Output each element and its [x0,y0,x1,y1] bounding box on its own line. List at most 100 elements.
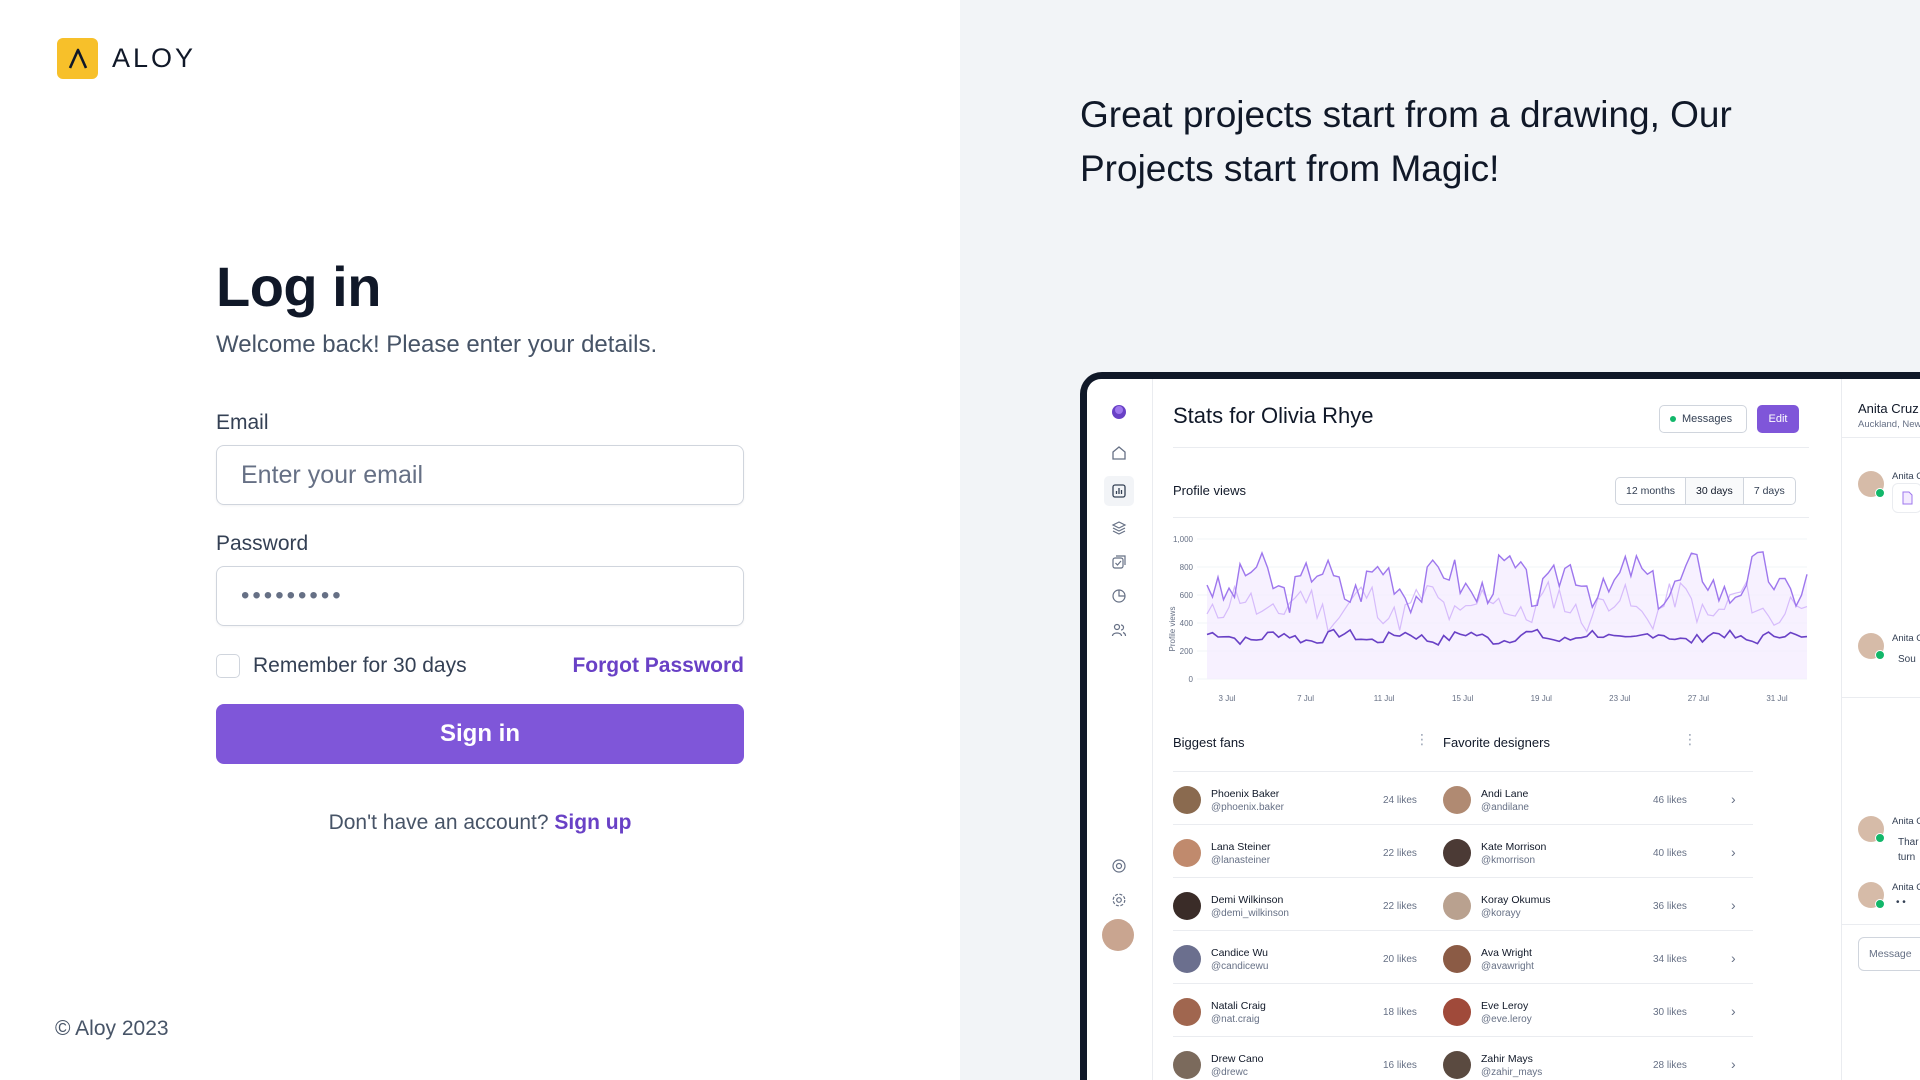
password-field[interactable]: ••••••••• [216,566,744,626]
dashboard-title: Stats for Olivia Rhye [1173,403,1374,428]
page-subtitle: Welcome back! Please enter your details. [216,331,658,358]
likes-count: 46 likes [1653,795,1687,806]
y-tick-label: 1,000 [1173,535,1194,544]
person-name: Ava Wright [1481,947,1532,959]
list-item: Candice Wu@candicewu20 likes› [1173,930,1483,983]
profile-views-chart: Profile views 1,000 800 600 400 200 0 3 Jul 7 … [1168,535,1808,703]
pie-chart-icon [1108,585,1130,607]
online-dot-icon [1670,416,1676,422]
more-vertical-icon: ⋮ [1415,731,1429,747]
avatar [1443,892,1471,920]
forgot-password-link[interactable]: Forgot Password [572,654,744,678]
range-30-days: 30 days [1686,478,1744,504]
list-item: Ava Wright @avawright 34 likes › [1443,930,1753,983]
likes-count: 40 likes [1653,848,1687,859]
chat-snippet: turn [1898,852,1916,863]
remember-checkbox[interactable] [216,654,240,678]
promo-pane: Great projects start from a drawing, Our… [960,0,1920,1080]
likes-count: 36 likes [1653,901,1687,912]
brand-name: ALOY [112,43,197,73]
edit-button: Edit [1757,405,1799,433]
person-name: Drew Cano [1211,1053,1264,1065]
avatar [1443,839,1471,867]
layers-icon [1108,517,1130,539]
x-tick-label: 11 Jul [1374,694,1395,703]
likes-count: 22 likes [1383,901,1417,912]
person-name: Kate Morrison [1481,841,1547,853]
sign-up-link[interactable]: Sign up [554,811,631,834]
messages-button: Messages [1659,405,1747,433]
y-tick-label: 200 [1180,647,1194,656]
avatar [1443,945,1471,973]
list-item: Natali Craig@nat.craig18 likes› [1173,983,1483,1036]
x-tick-label: 31 Jul [1766,694,1788,703]
chat-avatar [1858,816,1885,843]
range-7-days: 7 days [1753,485,1785,497]
person-name: Lana Steiner [1211,841,1271,853]
home-icon [1108,442,1130,464]
likes-count: 30 likes [1653,1007,1687,1018]
copyright: © Aloy 2023 [55,1017,169,1040]
chat-sender: Anita C [1892,882,1920,893]
avatar [1443,998,1471,1026]
chat-avatar [1858,633,1885,660]
list-item: Kate Morrison @kmorrison 40 likes › [1443,824,1753,877]
list-item: Koray Okumus @korayy 36 likes › [1443,877,1753,930]
email-field[interactable]: Enter your email [216,445,744,505]
remember-me[interactable]: Remember for 30 days [216,654,467,678]
support-icon [1108,855,1130,877]
person-name: Demi Wilkinson [1211,894,1284,906]
x-tick-label: 23 Jul [1609,694,1631,703]
chat-snippet: Thar [1898,837,1919,848]
users-icon [1108,619,1130,641]
person-name: Eve Leroy [1481,1000,1529,1012]
file-attachment-icon [1892,483,1920,513]
range-12-months: 12 months [1616,478,1687,504]
aloy-logo-mark [57,38,98,79]
brand-logo[interactable]: ALOY [57,38,196,79]
dashboard-main: Stats for Olivia Rhye Messages Edit Prof… [1153,379,1841,1080]
favorite-designers-title: Favorite designers [1443,735,1550,750]
chat-contact-name: Anita Cruz [1858,401,1919,416]
password-label: Password [216,532,309,555]
email-label: Email [216,411,269,434]
person-name: Candice Wu [1211,947,1269,959]
person-handle: @drewc [1211,1067,1248,1078]
chat-sender: Anita C [1892,816,1920,827]
person-name: Natali Craig [1211,1000,1266,1012]
list-item: Zahir Mays @zahir_mays 28 likes › [1443,1036,1753,1080]
sign-in-button[interactable]: Sign in [216,704,744,764]
person-name: Andi Lane [1481,788,1529,800]
person-handle: @korayy [1481,908,1521,919]
chat-sender: Anita C [1892,471,1920,482]
likes-count: 28 likes [1653,1060,1687,1071]
person-handle: @nat.craig [1211,1014,1260,1025]
avatar [1443,1051,1471,1079]
remember-label: Remember for 30 days [253,654,467,677]
x-tick-label: 19 Jul [1531,694,1553,703]
more-vertical-icon: ⋮ [1683,731,1697,747]
range-selector: 12 months 30 days 7 days [1615,477,1796,505]
message-input: Message [1858,937,1920,971]
y-tick-label: 800 [1180,563,1194,572]
likes-count: 18 likes [1383,1007,1417,1018]
list-item: Phoenix Baker@phoenix.baker24 likes› [1173,771,1483,824]
divider [1173,447,1809,448]
chevron-right-icon: › [1731,950,1736,966]
message-placeholder: Message [1869,948,1912,960]
chevron-right-icon: › [1731,897,1736,913]
app-logo-icon [1108,401,1130,423]
likes-count: 20 likes [1383,954,1417,965]
dashboard-preview: Stats for Olivia Rhye Messages Edit Prof… [1087,379,1920,1080]
chevron-right-icon: › [1731,1003,1736,1019]
profile-views-label: Profile views [1173,483,1246,498]
y-tick-label: 0 [1189,675,1194,684]
promo-headline: Great projects start from a drawing, Our… [1080,94,1732,189]
person-handle: @phoenix.baker [1211,802,1284,813]
no-account-text: Don't have an account? [328,811,549,834]
messages-label: Messages [1682,413,1733,425]
avatar [1443,786,1471,814]
x-tick-label: 15 Jul [1452,694,1474,703]
tasks-icon [1108,551,1130,573]
avatar [1173,892,1201,920]
